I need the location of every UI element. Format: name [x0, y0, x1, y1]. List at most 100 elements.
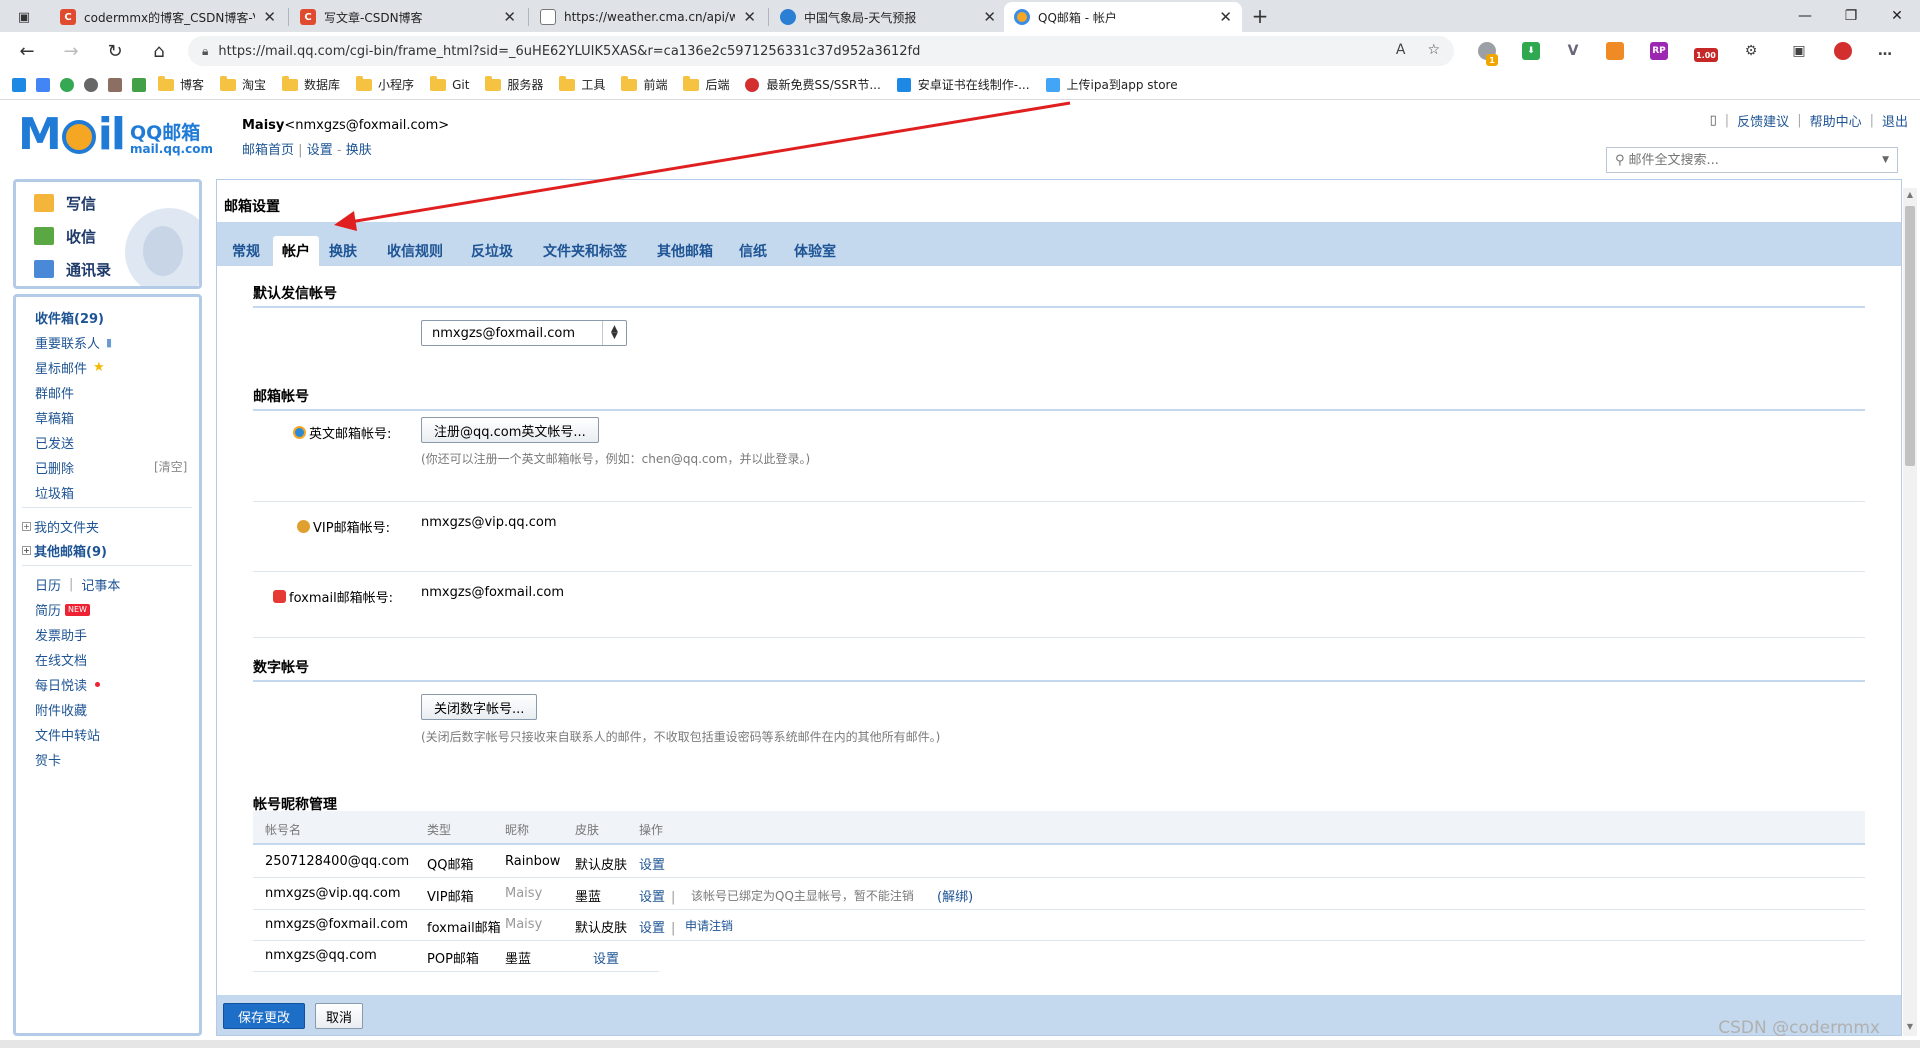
bookmark-folder-blog[interactable]: 博客 [158, 75, 204, 93]
app-file-transfer[interactable]: 文件中转站 [35, 725, 100, 744]
bookmark-folder-miniprogram[interactable]: 小程序 [356, 75, 414, 93]
qqmail-logo[interactable]: Mil QQ邮箱 mail.qq.com [18, 113, 213, 157]
app-invoice-helper[interactable]: 发票助手 [35, 625, 87, 644]
folder-group-mail[interactable]: 群邮件 [35, 383, 74, 402]
scrollbar-thumb[interactable] [1905, 206, 1915, 466]
tab-anti-spam[interactable]: 反垃圾 [465, 236, 519, 266]
minimize-icon[interactable]: — [1782, 0, 1828, 32]
help-center-link[interactable]: 帮助中心 [1810, 111, 1862, 130]
extension-badge-price[interactable]: 1.00 [1694, 48, 1718, 62]
vue-devtools-icon[interactable]: V [1564, 42, 1582, 60]
my-folders-toggle[interactable]: + 我的文件夹 [22, 517, 99, 536]
search-dropdown-icon[interactable]: ▼ [1882, 155, 1889, 165]
bookmark-folder-server[interactable]: 服务器 [485, 75, 543, 93]
folder-important-contacts[interactable]: 重要联系人 ▮ [35, 333, 112, 352]
bookmark-green-icon[interactable] [132, 77, 146, 92]
bookmark-folder-backend[interactable]: 后端 [683, 75, 729, 93]
bookmark-android-cert[interactable]: 安卓证书在线制作-... [896, 76, 1030, 93]
home-icon[interactable]: ⌂ [144, 36, 174, 66]
row-settings-link[interactable]: 设置 [639, 921, 665, 936]
folder-deleted[interactable]: 已删除 [35, 458, 74, 477]
close-window-icon[interactable]: ✕ [1874, 0, 1920, 32]
extension-rp-icon[interactable]: RP [1650, 42, 1668, 60]
bilibili-icon[interactable] [12, 77, 26, 92]
scroll-down-icon[interactable]: ▼ [1903, 1022, 1917, 1034]
app-daily-reading[interactable]: 每日悦读 [35, 675, 101, 694]
receive-button[interactable]: 收信 [34, 224, 96, 248]
row-settings-link[interactable]: 设置 [639, 890, 665, 905]
reload-icon[interactable]: ↻ [100, 36, 130, 66]
app-resume[interactable]: 简历 NEW [35, 600, 90, 619]
app-online-docs[interactable]: 在线文档 [35, 650, 87, 669]
row-settings-link[interactable]: 设置 [593, 952, 619, 967]
change-skin-link[interactable]: 换肤 [346, 143, 372, 158]
bookmark-folder-git[interactable]: Git [430, 75, 469, 92]
tab-account[interactable]: 帐户 [273, 236, 319, 266]
notes-link[interactable]: 记事本 [81, 575, 120, 594]
bookmark-tool-icon[interactable] [108, 77, 122, 92]
tab-actions-icon[interactable]: ▣ [6, 6, 42, 28]
more-menu-icon[interactable]: … [1876, 42, 1894, 60]
restore-icon[interactable]: ❐ [1828, 0, 1874, 32]
forward-icon[interactable]: → [56, 36, 86, 66]
address-bar[interactable]: 🔒︎ https://mail.qq.com/cgi-bin/frame_htm… [188, 36, 1454, 66]
close-tab-icon[interactable]: ✕ [1219, 8, 1232, 26]
contacts-button[interactable]: 通讯录 [34, 257, 111, 281]
bookmark-folder-frontend[interactable]: 前端 [621, 75, 667, 93]
other-mailboxes-toggle[interactable]: + 其他邮箱(9) [22, 541, 107, 560]
browser-tab-qqmail[interactable]: QQ邮箱 - 帐户 ✕ [1004, 2, 1242, 32]
bookmark-folder-taobao[interactable]: 淘宝 [220, 75, 266, 93]
close-digital-account-button[interactable]: 关闭数字帐号... [421, 694, 538, 720]
scroll-up-icon[interactable]: ▲ [1903, 190, 1917, 202]
tab-other-mailboxes[interactable]: 其他邮箱 [651, 236, 719, 266]
translate-icon[interactable] [36, 77, 50, 92]
folder-inbox[interactable]: 收件箱(29) [35, 308, 104, 327]
close-tab-icon[interactable]: ✕ [503, 8, 516, 26]
vertical-scrollbar[interactable]: ▲ ▼ [1903, 188, 1917, 1036]
row-settings-link[interactable]: 设置 [639, 858, 665, 873]
feedback-link[interactable]: 反馈建议 [1737, 111, 1789, 130]
tab-general[interactable]: 常规 [225, 236, 267, 266]
logout-link[interactable]: 退出 [1882, 111, 1908, 130]
folder-drafts[interactable]: 草稿箱 [35, 408, 74, 427]
calendar-link[interactable]: 日历 [35, 575, 61, 594]
clear-deleted-link[interactable]: [清空] [154, 458, 187, 475]
bookmark-ss-nodes[interactable]: 最新免费SS/SSR节... [745, 76, 881, 93]
save-button[interactable]: 保存更改 [223, 1003, 306, 1029]
collections-icon[interactable]: ▣ [1790, 42, 1808, 60]
tab-folders-labels[interactable]: 文件夹和标签 [535, 236, 635, 266]
unbind-link[interactable]: (解绑) [937, 886, 973, 905]
profile-avatar-icon[interactable] [1834, 42, 1852, 60]
browser-tab-csdn-write[interactable]: C 写文章-CSDN博客 ✕ [290, 2, 526, 32]
horizontal-scrollbar[interactable] [0, 1040, 1920, 1048]
tab-skin[interactable]: 换肤 [323, 236, 363, 266]
close-tab-icon[interactable]: ✕ [263, 8, 276, 26]
mail-home-link[interactable]: 邮箱首页 [242, 143, 294, 158]
bookmark-folder-tools[interactable]: 工具 [559, 75, 605, 93]
mobile-icon[interactable]: ▯ [1710, 113, 1717, 128]
extensions-puzzle-icon[interactable]: ⚙ [1742, 42, 1760, 60]
bookmark-upload-ipa[interactable]: 上传ipa到app store [1045, 76, 1178, 93]
download-extension-icon[interactable]: ⬇ [1522, 42, 1540, 60]
browser-tab-weather[interactable]: 中国气象局-天气预报 ✕ [770, 2, 1006, 32]
tab-lab[interactable]: 体验室 [787, 236, 843, 266]
register-english-account-button[interactable]: 注册@qq.com英文帐号... [421, 417, 599, 443]
read-aloud-icon[interactable]: A [1396, 42, 1406, 58]
search-input[interactable] [1628, 152, 1883, 168]
bookmark-globe-icon[interactable] [84, 77, 98, 92]
settings-link[interactable]: 设置 [307, 143, 333, 158]
app-greeting-cards[interactable]: 贺卡 [35, 750, 61, 769]
app-attachments[interactable]: 附件收藏 [35, 700, 87, 719]
chrome-icon[interactable] [60, 77, 74, 92]
tab-stationery[interactable]: 信纸 [733, 236, 773, 266]
browser-tab-weather-api[interactable]: https://weather.cma.cn/api/weat ✕ [530, 2, 766, 32]
browser-tab-csdn-blog[interactable]: C codermmx的博客_CSDN博客-Vue ✕ [50, 2, 286, 32]
back-icon[interactable]: ← [12, 36, 42, 66]
favorite-add-icon[interactable]: ☆ [1427, 42, 1440, 58]
bookmark-folder-database[interactable]: 数据库 [282, 75, 340, 93]
apply-cancel-link[interactable]: 申请注销 [685, 917, 733, 934]
folder-sent[interactable]: 已发送 [35, 433, 74, 452]
folder-spam[interactable]: 垃圾箱 [35, 483, 74, 502]
cancel-button[interactable]: 取消 [315, 1003, 364, 1029]
close-tab-icon[interactable]: ✕ [743, 8, 756, 26]
